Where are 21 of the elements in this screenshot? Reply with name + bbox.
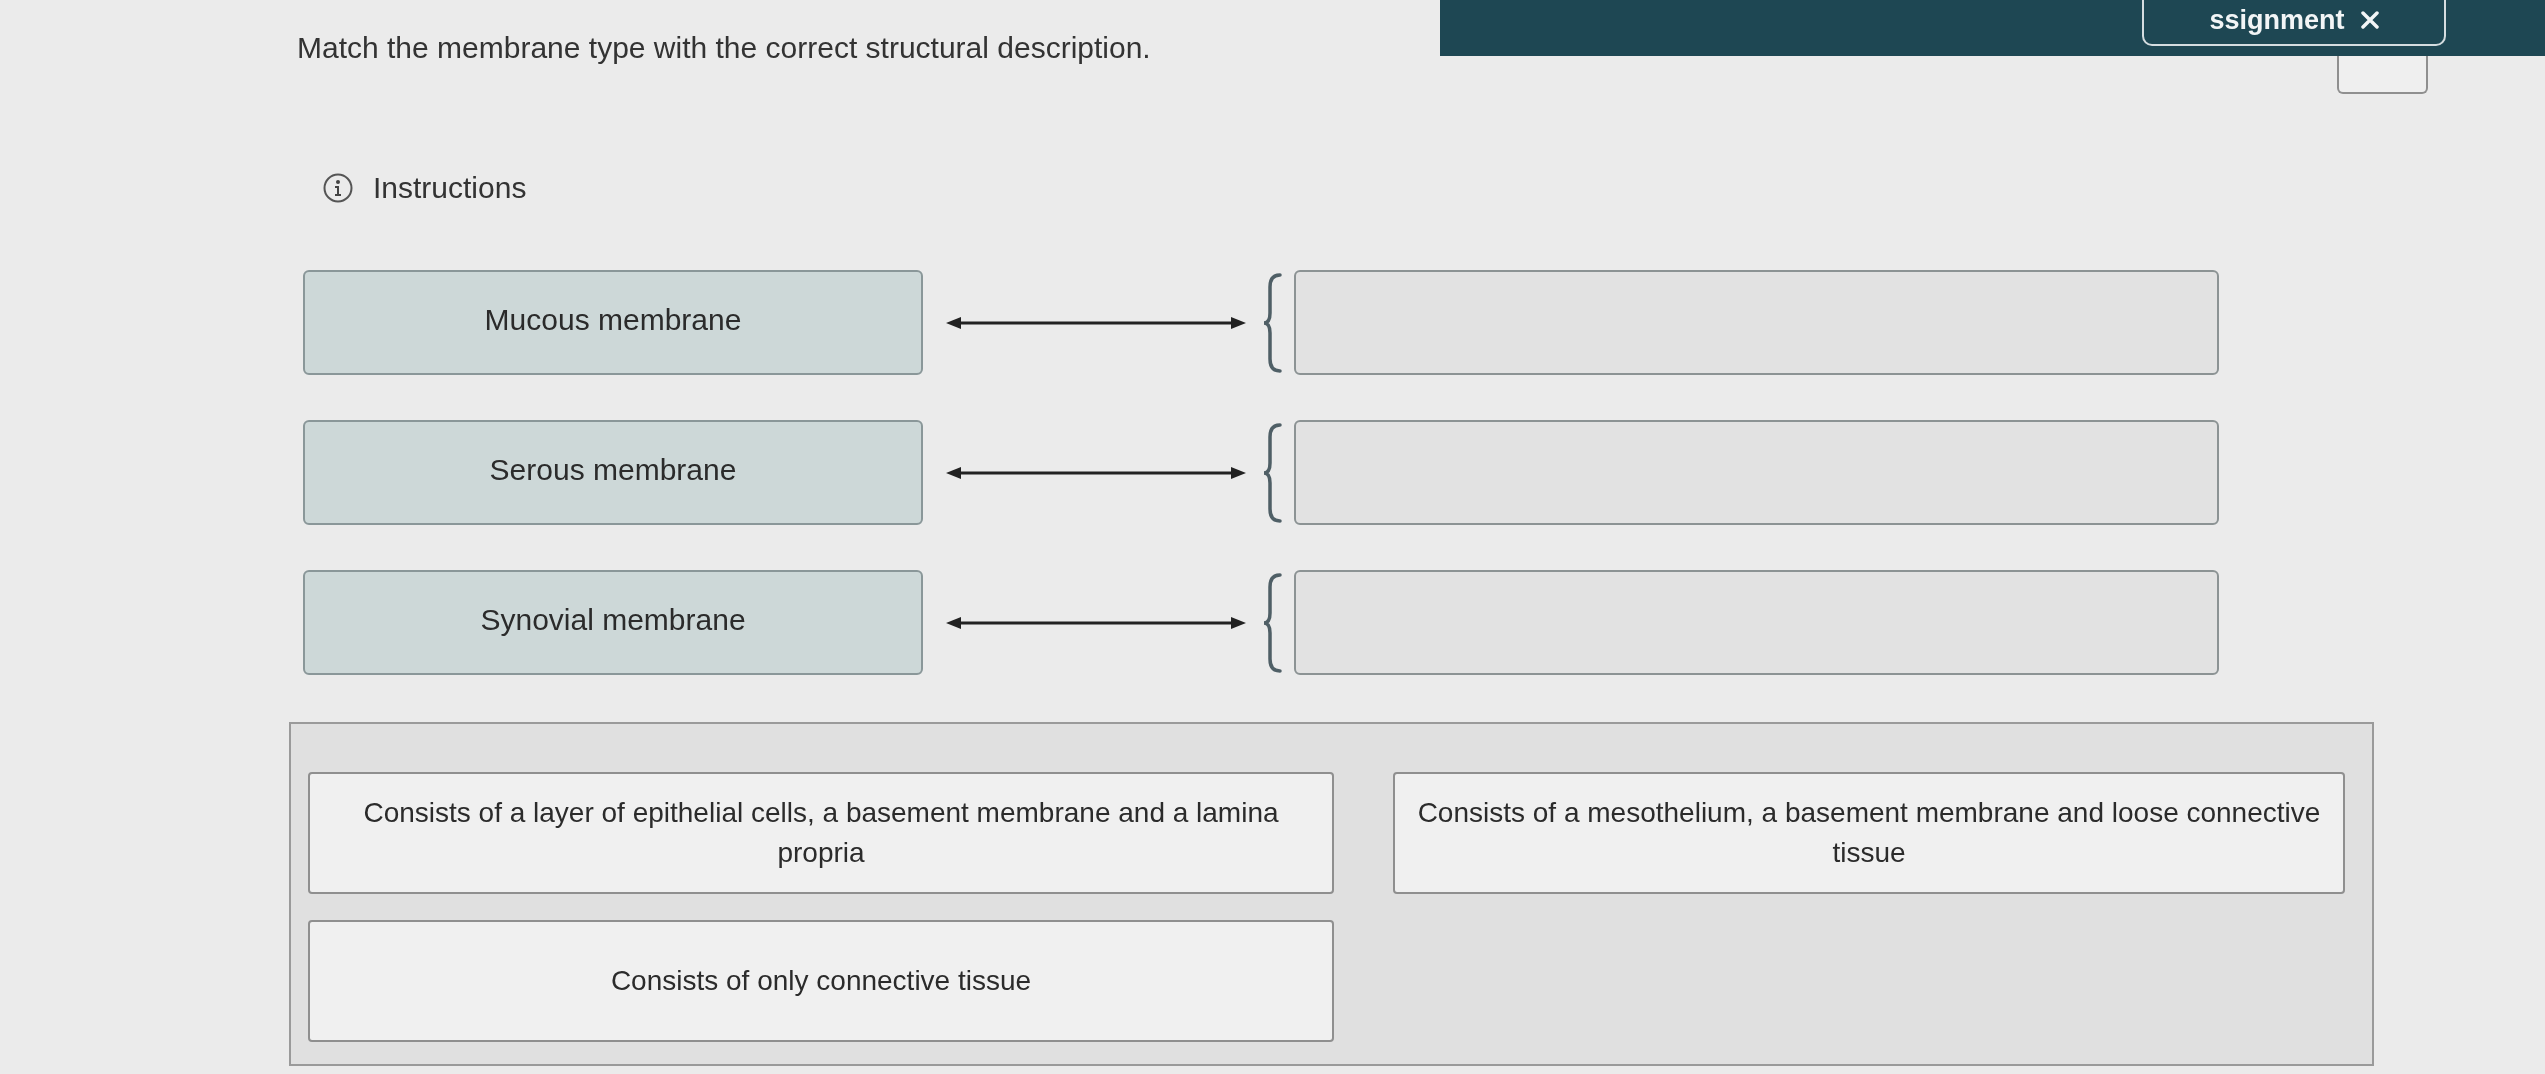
exit-assignment-button[interactable]: ssignment xyxy=(2142,0,2446,46)
drop-target[interactable] xyxy=(1294,420,2219,525)
answer-card[interactable]: Consists of a mesothelium, a basement membrane and loose connective tissue xyxy=(1393,772,2345,894)
collapse-tab[interactable] xyxy=(2337,56,2428,94)
double-arrow-icon xyxy=(946,614,1246,631)
answer-card[interactable]: Consists of a layer of epithelial cells, a basement membrane and a lamina propria xyxy=(308,772,1334,894)
term-card: Synovial membrane xyxy=(303,570,923,675)
double-arrow-icon xyxy=(946,314,1246,331)
double-arrow-icon xyxy=(946,464,1246,481)
answer-card[interactable]: Consists of only connective tissue xyxy=(308,920,1334,1042)
instructions-toggle[interactable]: Instructions xyxy=(323,170,527,206)
drop-target[interactable] xyxy=(1294,270,2219,375)
close-icon xyxy=(2360,11,2379,29)
info-icon xyxy=(323,173,353,203)
term-card: Serous membrane xyxy=(303,420,923,525)
drop-target[interactable] xyxy=(1294,570,2219,675)
brace-icon xyxy=(1262,272,1282,373)
brace-icon xyxy=(1262,422,1282,523)
question-prompt: Match the membrane type with the correct structural description. xyxy=(297,30,1151,66)
brace-icon xyxy=(1262,572,1282,673)
term-card: Mucous membrane xyxy=(303,270,923,375)
